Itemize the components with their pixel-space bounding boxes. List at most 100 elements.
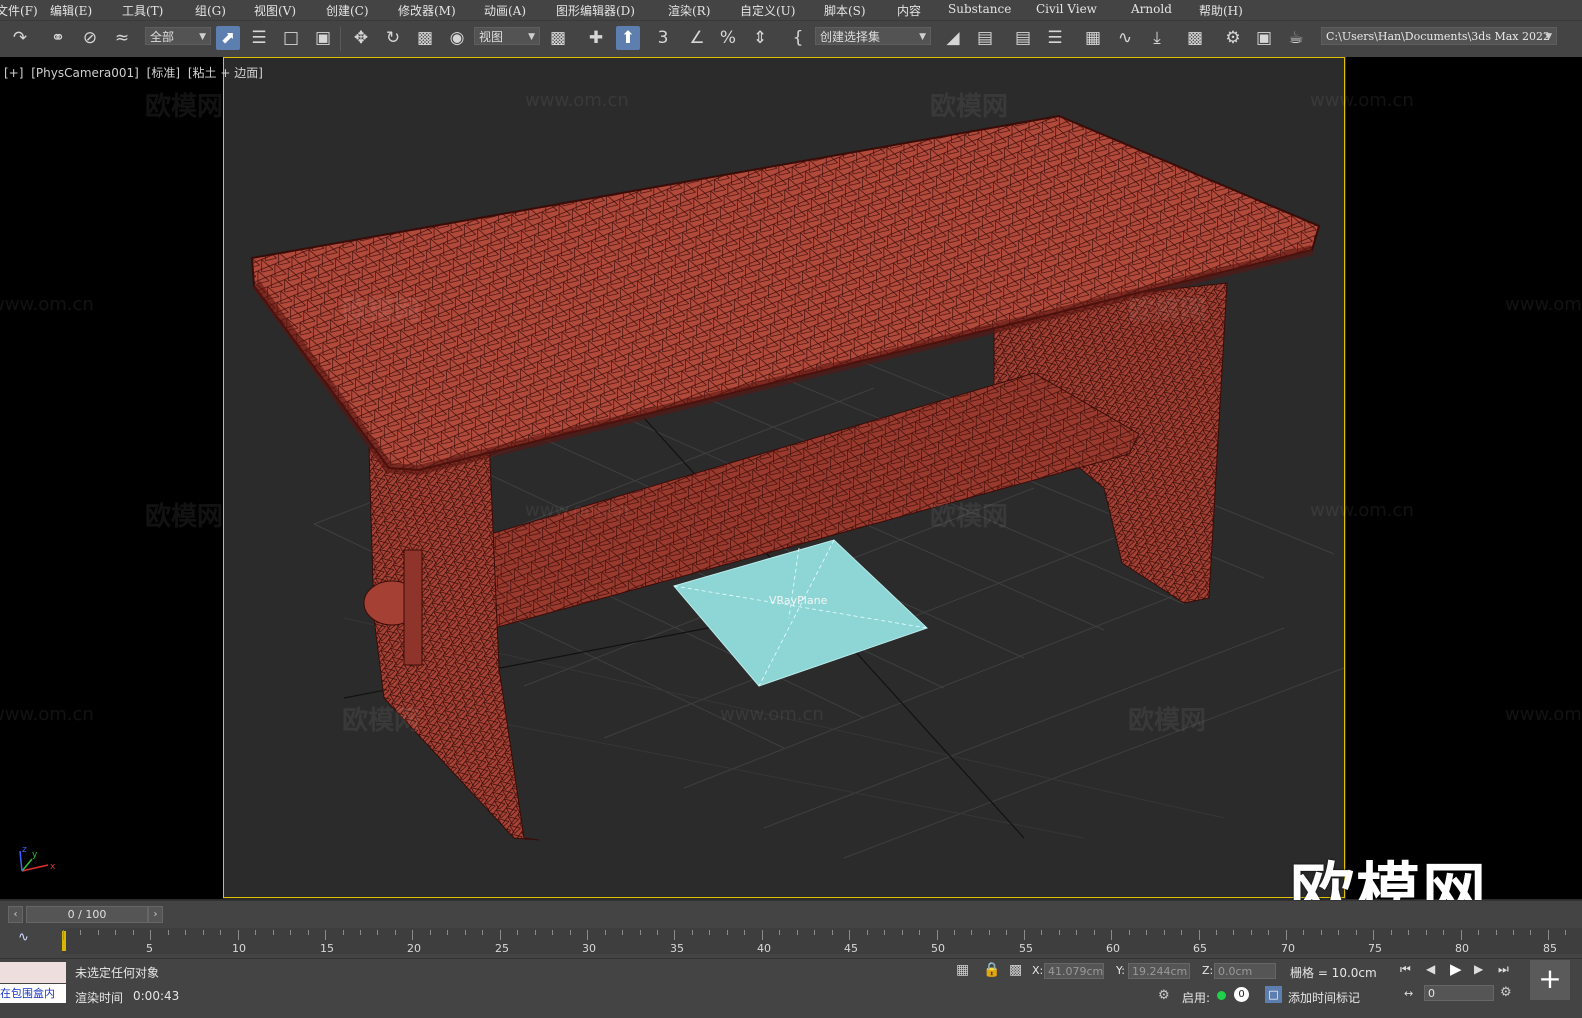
snaps-toggle-icon[interactable]: 3 xyxy=(651,26,675,50)
tick-mark xyxy=(656,930,658,935)
menu-edit[interactable]: 编辑(E) xyxy=(50,2,92,19)
scene-explorer-icon[interactable]: ▤ xyxy=(1011,26,1035,50)
viewport-standard-menu[interactable]: [标准] xyxy=(147,66,180,80)
menu-animation[interactable]: 动画(A) xyxy=(484,2,526,19)
menu-rendering[interactable]: 渲染(R) xyxy=(668,2,710,19)
unlink-icon[interactable]: ⊘ xyxy=(78,26,102,50)
rectangular-selection-icon[interactable]: □ xyxy=(279,26,303,50)
move-icon[interactable]: ✥ xyxy=(349,26,373,50)
named-selection-set-dropdown[interactable]: 创建选择集 ▼ xyxy=(815,27,931,45)
layer-explorer-icon[interactable]: ☰ xyxy=(1043,26,1067,50)
time-configuration-icon[interactable]: ⚙ xyxy=(1500,985,1512,1000)
watermark: 欧模网 xyxy=(342,706,421,736)
tick-mark xyxy=(1181,930,1183,935)
mini-curve-editor-icon[interactable]: ∿ xyxy=(18,930,29,945)
menu-graph-editors[interactable]: 图形编辑器(D) xyxy=(556,2,635,19)
render-teapot-icon[interactable]: ☕ xyxy=(1284,26,1308,50)
watermark: www.om.cn xyxy=(720,704,824,725)
menu-modifiers[interactable]: 修改器(M) xyxy=(398,2,456,19)
scale-icon[interactable]: ▩ xyxy=(413,26,437,50)
redo-icon[interactable]: ↷ xyxy=(8,26,32,50)
maxscript-listener-output[interactable]: 在包围盒内 xyxy=(0,984,66,1003)
go-to-end-icon[interactable]: ⏭ xyxy=(1498,962,1509,977)
menu-arnold[interactable]: Arnold xyxy=(1131,2,1172,16)
go-to-start-icon[interactable]: ⏮ xyxy=(1400,962,1411,977)
tick-mark xyxy=(97,930,99,935)
tick-mark xyxy=(953,930,955,935)
select-object-icon[interactable]: ⬈ xyxy=(216,26,240,50)
z-coord-field[interactable]: 0.0cm xyxy=(1214,963,1276,979)
menu-group[interactable]: 组(G) xyxy=(195,2,226,19)
key-mode-toggle-icon[interactable]: ↔ xyxy=(1404,987,1413,1000)
spinner-snap-icon[interactable]: ⇕ xyxy=(748,26,772,50)
previous-frame-icon[interactable]: ◀ xyxy=(1426,962,1435,976)
perspective-viewport[interactable]: VRayPlane xyxy=(223,57,1345,898)
time-tag-icon[interactable]: □ xyxy=(1265,986,1282,1003)
tick-mark xyxy=(779,930,781,935)
tick-mark xyxy=(307,930,309,935)
x-coord-field[interactable]: 41.079cm xyxy=(1044,963,1104,979)
render-setup-icon[interactable]: ⚙ xyxy=(1221,26,1245,50)
tick-label: 25 xyxy=(495,942,509,955)
selection-filter-dropdown[interactable]: 全部 ▼ xyxy=(145,27,211,45)
add-viewport-icon[interactable]: + xyxy=(1530,960,1570,1000)
absolute-mode-icon[interactable]: ▩ xyxy=(1009,962,1022,978)
tick-mark xyxy=(1023,930,1025,940)
place-icon[interactable]: ◉ xyxy=(445,26,469,50)
pivot-center-icon[interactable]: ▩ xyxy=(546,26,570,50)
menu-create[interactable]: 创建(C) xyxy=(326,2,369,19)
link-icon[interactable]: ⚭ xyxy=(46,26,70,50)
isolate-selection-icon[interactable]: ▦ xyxy=(956,962,969,978)
menu-file[interactable]: 文件(F) xyxy=(0,2,38,19)
reference-coordinate-dropdown[interactable]: 视图 ▼ xyxy=(474,27,540,45)
edit-named-selection-icon[interactable]: { xyxy=(786,26,810,50)
menu-civil-view[interactable]: Civil View xyxy=(1036,2,1097,16)
project-folder-dropdown[interactable]: C:\Users\Han\Documents\3ds Max 2022 ▼ xyxy=(1321,27,1557,45)
viewport-shading-menu[interactable]: [粘土 + 边面] xyxy=(188,66,263,80)
material-editor-icon[interactable]: ▩ xyxy=(1183,26,1207,50)
menu-substance[interactable]: Substance xyxy=(948,2,1011,16)
toolbar-divider xyxy=(340,27,341,51)
menu-content[interactable]: 内容 xyxy=(897,2,921,19)
play-icon[interactable]: ▶ xyxy=(1450,960,1462,978)
current-frame-field[interactable]: 0 xyxy=(1424,985,1494,1001)
viewport-point-of-view-menu[interactable]: [PhysCamera001] xyxy=(31,66,139,80)
tick-mark xyxy=(691,930,693,935)
menu-scripting[interactable]: 脚本(S) xyxy=(824,2,866,19)
add-time-tag[interactable]: 添加时间标记 xyxy=(1288,989,1360,1006)
angle-snap-icon[interactable]: ∠ xyxy=(685,26,709,50)
bind-space-warp-icon[interactable]: ≈ xyxy=(110,26,134,50)
time-slider-prev-icon[interactable]: ‹ xyxy=(8,906,23,923)
tick-label: 75 xyxy=(1368,942,1382,955)
curve-editor-icon[interactable]: ∿ xyxy=(1113,26,1137,50)
rotate-icon[interactable]: ↻ xyxy=(381,26,405,50)
viewport-general-menu[interactable]: [+] xyxy=(4,66,23,80)
menu-customize[interactable]: 自定义(U) xyxy=(740,2,795,19)
adaptive-degradation-icon[interactable]: ⚙ xyxy=(1158,988,1170,1003)
menu-view[interactable]: 视图(V) xyxy=(254,2,296,19)
watermark: 欧模网 xyxy=(145,502,224,532)
schematic-view-icon[interactable]: ⤓ xyxy=(1145,26,1169,50)
tick-mark xyxy=(1443,930,1445,935)
keyboard-shortcut-override-icon[interactable]: ⬆ xyxy=(616,26,640,50)
select-by-name-icon[interactable]: ☰ xyxy=(247,26,271,50)
next-frame-icon[interactable]: ▶ xyxy=(1474,962,1483,976)
enable-count-badge[interactable]: 0 xyxy=(1234,987,1249,1002)
maxscript-listener-top[interactable] xyxy=(0,962,66,983)
select-manipulate-icon[interactable]: ✚ xyxy=(584,26,608,50)
time-slider-next-icon[interactable]: › xyxy=(148,906,163,923)
y-coord-field[interactable]: 19.244cm xyxy=(1128,963,1190,979)
tick-mark xyxy=(726,930,728,935)
menu-help[interactable]: 帮助(H) xyxy=(1199,2,1243,19)
selection-lock-icon[interactable]: 🔒 xyxy=(983,962,1000,978)
mirror-icon[interactable]: ◢ xyxy=(941,26,965,50)
tick-mark xyxy=(63,930,64,940)
menu-tools[interactable]: 工具(T) xyxy=(122,2,163,19)
rendered-frame-window-icon[interactable]: ▣ xyxy=(1252,26,1276,50)
window-crossing-icon[interactable]: ▣ xyxy=(311,26,335,50)
percent-snap-icon[interactable]: % xyxy=(716,26,740,50)
time-slider[interactable]: 0 / 100 xyxy=(26,906,148,923)
toggle-ribbon-icon[interactable]: ▦ xyxy=(1081,26,1105,50)
align-icon[interactable]: ▤ xyxy=(973,26,997,50)
watermark: www.om.cn xyxy=(1505,704,1582,725)
